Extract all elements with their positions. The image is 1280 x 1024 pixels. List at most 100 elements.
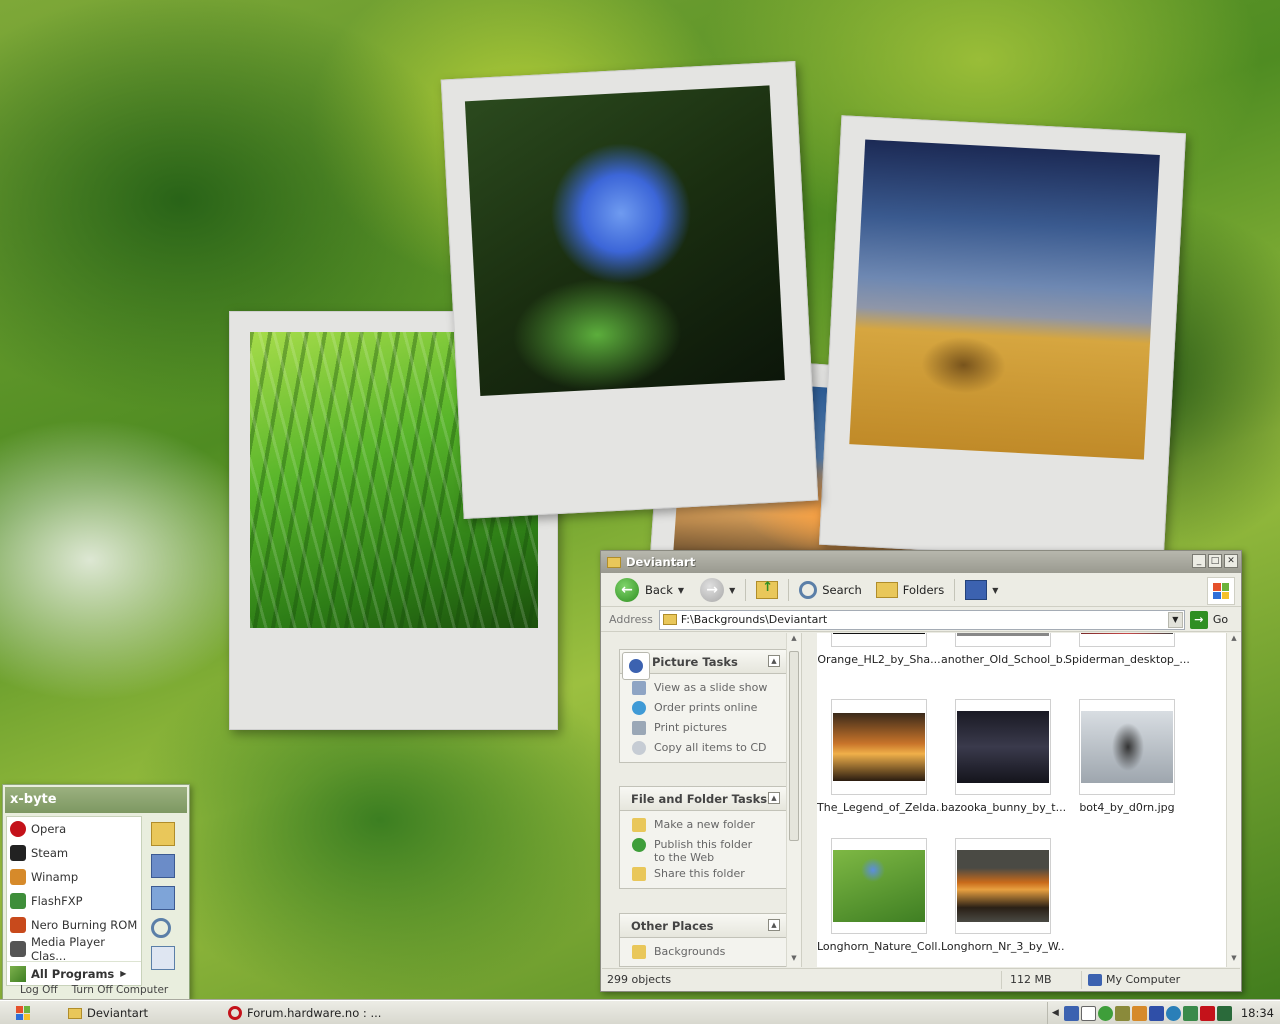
start-menu-item-steam[interactable]: Steam: [7, 841, 141, 865]
network-icon[interactable]: [1063, 1005, 1079, 1021]
scroll-up-icon[interactable]: ▲: [789, 634, 799, 646]
all-programs-button[interactable]: All Programs ▶: [7, 961, 141, 985]
start-menu-item-label: Winamp: [31, 870, 79, 884]
toolbar-separator: [954, 579, 956, 601]
back-label: Back: [645, 583, 673, 597]
place-backgrounds[interactable]: Backgrounds: [632, 942, 786, 962]
control-panel-icon[interactable]: [151, 886, 175, 910]
start-button[interactable]: [16, 1006, 30, 1020]
steam-tray-icon[interactable]: [1165, 1005, 1181, 1021]
status-location-label: My Computer: [1106, 973, 1181, 986]
collapse-icon[interactable]: ▲: [768, 655, 780, 667]
turn-off-button[interactable]: Turn Off Computer: [72, 984, 169, 998]
close-button[interactable]: ✕: [1224, 554, 1238, 568]
scroll-up-icon[interactable]: ▲: [1229, 634, 1239, 646]
file-view: Orange_HL2_by_Sha... another_Old_School_…: [817, 633, 1241, 967]
start-menu-item-label: Opera: [31, 822, 67, 836]
collapse-icon[interactable]: ▲: [768, 919, 780, 931]
flashfxp-tray-icon[interactable]: [1114, 1005, 1130, 1021]
file-thumbnail: [955, 633, 1051, 647]
taskbar-item-deviantart[interactable]: Deviantart: [64, 1003, 214, 1023]
task-publish-web[interactable]: Publish this folder to the Web: [632, 835, 786, 864]
start-menu-item-flashfxp[interactable]: FlashFXP: [7, 889, 141, 913]
search-icon[interactable]: [151, 918, 171, 938]
toolbar: ← Back ▼ → ▼ Search Folders ▼: [601, 574, 1241, 607]
task-label: Share this folder: [654, 867, 745, 880]
file-item[interactable]: The_Legend_of_Zelda...: [817, 699, 941, 814]
app-tray-icon[interactable]: [1216, 1005, 1232, 1021]
folders-icon: [875, 582, 898, 598]
winamp-icon: [10, 869, 26, 885]
chevron-down-icon[interactable]: ▼: [678, 586, 684, 595]
other-places-header[interactable]: Other Places ▲: [620, 914, 786, 938]
file-folder-tasks-header[interactable]: File and Folder Tasks ▲: [620, 787, 786, 811]
task-order-prints[interactable]: Order prints online: [632, 698, 786, 718]
file-item[interactable]: another_Old_School_b...: [941, 633, 1065, 666]
clock[interactable]: 18:34: [1241, 1006, 1274, 1020]
start-menu-item-label: Steam: [31, 846, 69, 860]
up-folder-button[interactable]: [752, 576, 782, 604]
run-icon[interactable]: [151, 946, 175, 970]
other-places-title: Other Places: [631, 918, 714, 933]
views-button[interactable]: ▼: [961, 576, 1002, 604]
task-share-folder[interactable]: Share this folder: [632, 864, 786, 884]
file-item[interactable]: bot4_by_d0rn.jpg: [1065, 699, 1189, 814]
mail-icon[interactable]: [1080, 1005, 1096, 1021]
my-documents-icon[interactable]: [151, 822, 175, 846]
folders-button[interactable]: Folders: [872, 576, 949, 604]
file-name: Longhorn_Nature_Coll...: [817, 940, 941, 953]
file-item[interactable]: Longhorn_Nr_3_by_W...: [941, 838, 1065, 953]
task-new-folder[interactable]: Make a new folder: [632, 815, 786, 835]
address-bar: Address F:\Backgrounds\Deviantart ▼ → Go: [601, 608, 1241, 632]
task-view-slideshow[interactable]: View as a slide show: [632, 678, 786, 698]
security-icon[interactable]: [1199, 1005, 1215, 1021]
task-print-pictures[interactable]: Print pictures: [632, 718, 786, 738]
all-programs-label: All Programs: [31, 966, 115, 981]
window-titlebar[interactable]: Deviantart _ □ ✕: [601, 551, 1241, 573]
messenger-icon[interactable]: [1097, 1005, 1113, 1021]
start-menu-item-winamp[interactable]: Winamp: [7, 865, 141, 889]
chevron-down-icon[interactable]: ▼: [729, 586, 735, 595]
scroll-down-icon[interactable]: ▼: [789, 954, 799, 966]
volume-icon[interactable]: [1182, 1005, 1198, 1021]
back-button[interactable]: ← Back ▼: [611, 576, 688, 604]
address-input[interactable]: F:\Backgrounds\Deviantart ▼: [658, 609, 1185, 630]
go-button[interactable]: → Go: [1189, 610, 1228, 629]
maximize-button[interactable]: □: [1208, 554, 1222, 568]
folders-label: Folders: [902, 583, 945, 597]
picture-tasks-header[interactable]: Picture Tasks ▲: [620, 650, 786, 680]
file-name: Spiderman_desktop_...: [1065, 653, 1189, 666]
scrollbar-thumb[interactable]: [789, 651, 799, 841]
start-menu-item-opera[interactable]: Opera: [7, 817, 141, 841]
share-folder-icon: [632, 867, 646, 881]
address-value: F:\Backgrounds\Deviantart: [680, 613, 828, 626]
file-item[interactable]: Orange_HL2_by_Sha...: [817, 633, 941, 666]
file-item[interactable]: Spiderman_desktop_...: [1065, 633, 1189, 666]
polaroid-field-photo: [818, 115, 1187, 563]
file-view-scrollbar[interactable]: ▲ ▼: [1226, 633, 1241, 967]
minimize-button[interactable]: _: [1192, 554, 1206, 568]
opera-icon: [10, 821, 26, 837]
search-icon: [799, 581, 818, 599]
task-copy-to-cd[interactable]: Copy all items to CD: [632, 738, 786, 758]
monitor-icon[interactable]: [1148, 1005, 1164, 1021]
scroll-down-icon[interactable]: ▼: [1229, 954, 1239, 966]
start-menu-item-media-player[interactable]: Media Player Clas...: [7, 935, 141, 963]
winamp-tray-icon[interactable]: [1131, 1005, 1147, 1021]
start-menu-item-nero[interactable]: Nero Burning ROM: [7, 913, 141, 937]
my-computer-icon[interactable]: [151, 854, 175, 878]
file-item[interactable]: Longhorn_Nature_Coll...: [817, 838, 941, 953]
task-pane-scrollbar[interactable]: ▲ ▼: [786, 633, 801, 967]
opera-icon: [228, 1006, 242, 1020]
task-pane: Picture Tasks ▲ View as a slide show Ord…: [602, 633, 802, 967]
forward-button[interactable]: → ▼: [688, 576, 739, 604]
status-size: 112 MB: [1002, 970, 1082, 989]
new-folder-icon: [632, 818, 646, 832]
log-off-button[interactable]: Log Off: [20, 984, 58, 998]
collapse-icon[interactable]: ▲: [768, 792, 780, 804]
search-button[interactable]: Search: [795, 576, 866, 604]
taskbar-item-forum[interactable]: Forum.hardware.no : ...: [224, 1003, 384, 1023]
file-item[interactable]: bazooka_bunny_by_t...: [941, 699, 1065, 814]
chevron-down-icon[interactable]: ▼: [1167, 611, 1183, 628]
tray-expand-icon[interactable]: ◀: [1052, 1008, 1059, 1018]
